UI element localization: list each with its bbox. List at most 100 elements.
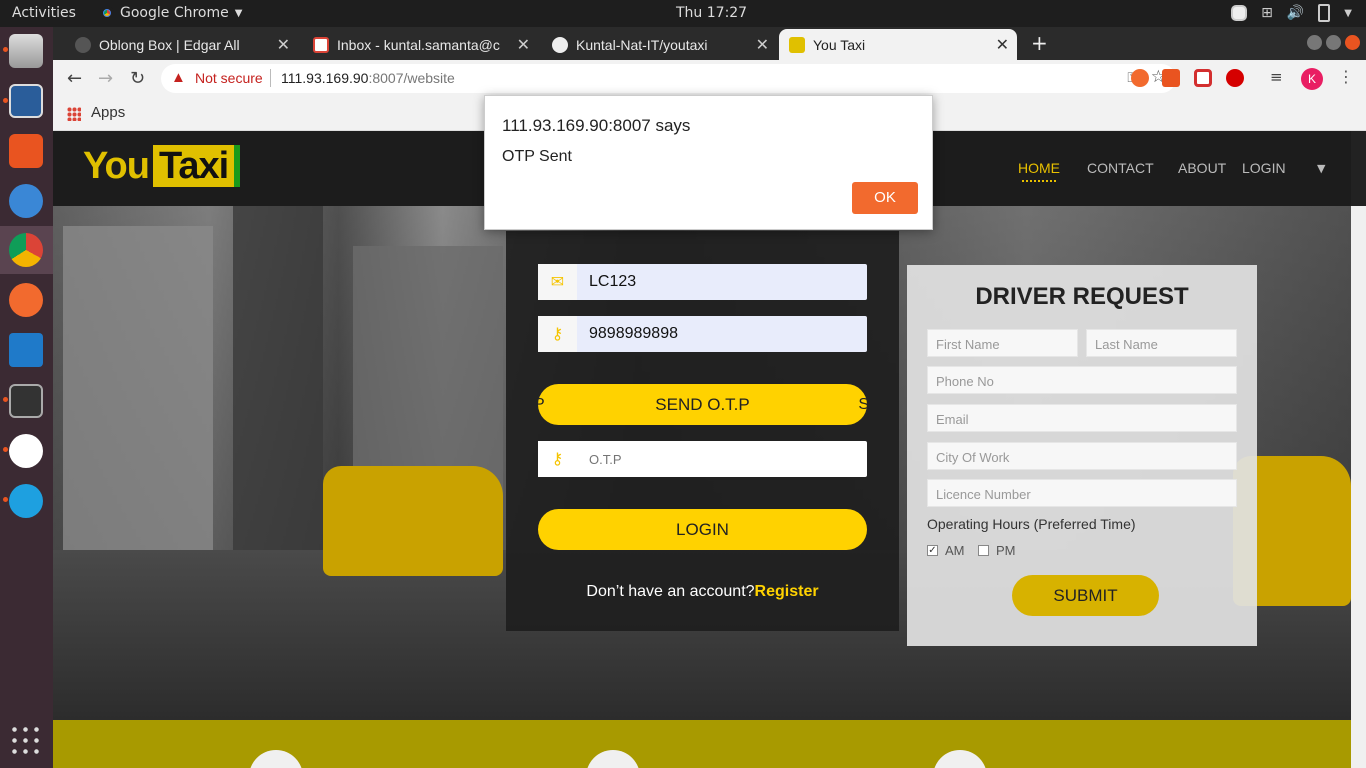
envelope-icon: ✉: [538, 264, 577, 300]
dock: [0, 27, 53, 768]
running-indicator: [3, 47, 8, 52]
page-scrollbar[interactable]: [1351, 206, 1366, 768]
divider: [270, 69, 271, 87]
caret-down-icon[interactable]: ▼: [1317, 162, 1325, 175]
tab-oblong-box[interactable]: Oblong Box | Edgar All ✕: [63, 29, 298, 60]
email-input[interactable]: Email: [927, 404, 1237, 432]
city-input[interactable]: City Of Work: [927, 442, 1237, 470]
clock[interactable]: Thu 17:27: [676, 5, 747, 21]
phone-input[interactable]: Phone No: [927, 366, 1237, 394]
notification-icon[interactable]: [1231, 5, 1248, 21]
volume-icon[interactable]: 🔊: [1287, 5, 1304, 21]
login-button[interactable]: LOGIN: [538, 509, 867, 550]
warning-icon[interactable]: ▲: [171, 69, 186, 86]
features-band: [53, 720, 1351, 768]
skype-icon[interactable]: [9, 484, 43, 518]
window-controls: [1307, 35, 1360, 50]
building-image: [233, 206, 323, 566]
register-prompt: Don’t have an account?Register: [506, 583, 899, 601]
register-link[interactable]: Register: [755, 583, 819, 600]
last-name-input[interactable]: Last Name: [1086, 329, 1237, 357]
media-controls-icon[interactable]: ≡: [1270, 68, 1283, 86]
close-icon[interactable]: ✕: [517, 35, 530, 55]
submit-button[interactable]: SUBMIT: [1012, 575, 1159, 616]
site-logo[interactable]: You Taxi: [83, 145, 241, 188]
close-icon[interactable]: ✕: [756, 35, 769, 55]
running-indicator: [3, 98, 8, 103]
tab-you-taxi[interactable]: You Taxi ✕: [779, 29, 1017, 60]
extension-icon[interactable]: [1194, 69, 1212, 87]
system-tray[interactable]: ⊞ 🔊 ▼: [1231, 4, 1352, 22]
tab-github-repo[interactable]: Kuntal-Nat-IT/youtaxi ✕: [542, 29, 777, 60]
minimize-button[interactable]: [1307, 35, 1322, 50]
document-viewer-icon[interactable]: [9, 84, 43, 118]
building-image: [63, 226, 213, 556]
not-secure-label[interactable]: Not secure: [195, 70, 263, 86]
phone-field[interactable]: ⚷ 9898989898: [538, 316, 867, 352]
maximize-button[interactable]: [1326, 35, 1341, 50]
chrome-icon[interactable]: [9, 233, 43, 267]
username-value[interactable]: LC123: [589, 273, 636, 291]
tab-strip: Oblong Box | Edgar All ✕ Inbox - kuntal.…: [53, 27, 1366, 60]
back-button[interactable]: ←: [67, 68, 82, 89]
system-top-bar: Activities Google Chrome ▼ Thu 17:27 ⊞ 🔊…: [0, 0, 1366, 27]
nav-contact[interactable]: CONTACT: [1087, 160, 1154, 176]
software-center-icon[interactable]: [9, 134, 43, 168]
url-text[interactable]: 111.93.169.90:8007/website: [281, 70, 455, 86]
checkbox-checked[interactable]: ✓: [927, 545, 938, 556]
close-icon[interactable]: ✕: [277, 35, 290, 55]
phone-value[interactable]: 9898989898: [589, 325, 678, 343]
first-name-input[interactable]: First Name: [927, 329, 1078, 357]
logo-taxi: Taxi: [152, 145, 241, 187]
checkbox-unchecked[interactable]: [978, 545, 989, 556]
apps-grid-icon[interactable]: [67, 107, 81, 121]
alert-title: 111.93.169.90:8007 says: [502, 116, 691, 135]
activities-button[interactable]: Activities: [12, 5, 76, 21]
show-applications-icon[interactable]: [9, 724, 43, 758]
extension-icon[interactable]: [1162, 69, 1180, 87]
no-account-text: Don’t have an account?: [586, 583, 755, 600]
button-artifact: P: [538, 396, 545, 413]
reload-button[interactable]: ↻: [130, 68, 145, 89]
feature-icon-circle: [586, 750, 640, 768]
profile-avatar[interactable]: K: [1301, 68, 1323, 90]
extension-icon[interactable]: [1226, 69, 1244, 87]
url-host: 111.93.169.90: [281, 70, 369, 86]
licence-input[interactable]: Licence Number: [927, 479, 1237, 507]
youtaxi-favicon: [789, 36, 805, 53]
otp-field[interactable]: ⚷: [538, 441, 867, 477]
app-menu[interactable]: Google Chrome ▼: [100, 5, 242, 21]
nav-home[interactable]: HOME: [1018, 160, 1060, 182]
tab-title: Inbox - kuntal.samanta@c: [337, 36, 500, 53]
new-tab-button[interactable]: +: [1031, 31, 1048, 55]
menu-icon[interactable]: ⋮: [1338, 67, 1354, 86]
alert-ok-button[interactable]: OK: [852, 182, 918, 214]
network-icon[interactable]: ⊞: [1261, 5, 1273, 21]
nav-login[interactable]: LOGIN: [1242, 160, 1286, 176]
forward-button[interactable]: →: [98, 68, 113, 89]
tab-gmail-inbox[interactable]: Inbox - kuntal.samanta@c ✕: [303, 29, 538, 60]
postman-icon[interactable]: [9, 283, 43, 317]
username-field[interactable]: ✉ LC123: [538, 264, 867, 300]
running-indicator: [3, 447, 8, 452]
close-icon[interactable]: ✕: [996, 35, 1009, 55]
address-bar[interactable]: ▲ Not secure 111.93.169.90:8007/website …: [161, 64, 1176, 93]
send-otp-button[interactable]: P SEND O.T.P S: [538, 384, 867, 425]
nav-about[interactable]: ABOUT: [1178, 160, 1226, 176]
battery-icon[interactable]: [1318, 4, 1331, 22]
mongodb-compass-icon[interactable]: [9, 434, 43, 468]
otp-input[interactable]: [589, 452, 849, 467]
files-icon[interactable]: [9, 34, 43, 68]
close-window-button[interactable]: [1345, 35, 1360, 50]
apps-bookmark[interactable]: Apps: [91, 104, 125, 121]
am-checkbox[interactable]: ✓ AM: [927, 543, 965, 558]
tab-title: Oblong Box | Edgar All: [99, 36, 240, 53]
pm-checkbox[interactable]: PM: [978, 543, 1016, 558]
vscode-icon[interactable]: [9, 333, 43, 367]
chevron-down-icon[interactable]: ▼: [1344, 8, 1352, 19]
terminal-icon[interactable]: [9, 384, 43, 418]
help-icon[interactable]: [9, 184, 43, 218]
running-indicator: [3, 397, 8, 402]
postman-interceptor-extension-icon[interactable]: [1131, 69, 1149, 87]
alert-message: OTP Sent: [502, 148, 572, 165]
